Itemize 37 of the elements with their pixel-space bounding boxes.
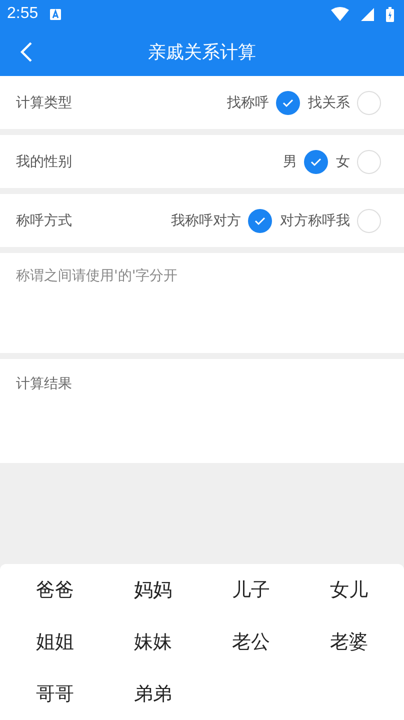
- radio-button[interactable]: [357, 150, 381, 174]
- option-label: 对方称呼我: [280, 212, 350, 230]
- signal-icon: [361, 8, 374, 20]
- radio-button[interactable]: [276, 90, 300, 114]
- check-icon: [254, 216, 266, 226]
- page-title: 亲戚关系计算: [148, 41, 256, 64]
- keyboard-key[interactable]: 老公: [202, 616, 300, 668]
- result-label: 计算结果: [16, 376, 72, 392]
- back-icon: [19, 41, 33, 63]
- check-icon: [310, 156, 322, 166]
- option-label: 找称呼: [227, 94, 269, 112]
- input-field[interactable]: 称谓之间请使用'的'字分开: [0, 253, 404, 353]
- keyboard-key[interactable]: 弟弟: [104, 668, 202, 720]
- radio-button[interactable]: [304, 150, 328, 174]
- option-label: 我称呼对方: [171, 212, 241, 230]
- setting-label: 计算类型: [16, 94, 73, 112]
- check-icon: [282, 98, 294, 108]
- radio-button[interactable]: [357, 208, 381, 232]
- option-label: 找关系: [308, 94, 350, 112]
- keyboard-key[interactable]: 妹妹: [104, 616, 202, 668]
- keyboard-key[interactable]: 爸爸: [6, 564, 104, 616]
- keyboard-key[interactable]: 姐姐: [6, 616, 104, 668]
- keyboard-key[interactable]: 哥哥: [6, 668, 104, 720]
- radio-button[interactable]: [248, 208, 272, 232]
- status-time: 2:55: [7, 5, 38, 23]
- battery-icon: [386, 6, 394, 22]
- option-label: 女: [336, 152, 350, 170]
- setting-label: 我的性别: [16, 152, 73, 170]
- option-label: 男: [283, 152, 297, 170]
- keyboard-key[interactable]: 儿子: [202, 564, 300, 616]
- keyboard-key[interactable]: 妈妈: [104, 564, 202, 616]
- radio-button[interactable]: [357, 90, 381, 114]
- keyboard-key[interactable]: 女儿: [300, 564, 398, 616]
- notification-icon: [50, 8, 62, 20]
- wifi-icon: [331, 7, 349, 21]
- setting-label: 称呼方式: [16, 212, 73, 230]
- keyboard-key[interactable]: 老婆: [300, 616, 398, 668]
